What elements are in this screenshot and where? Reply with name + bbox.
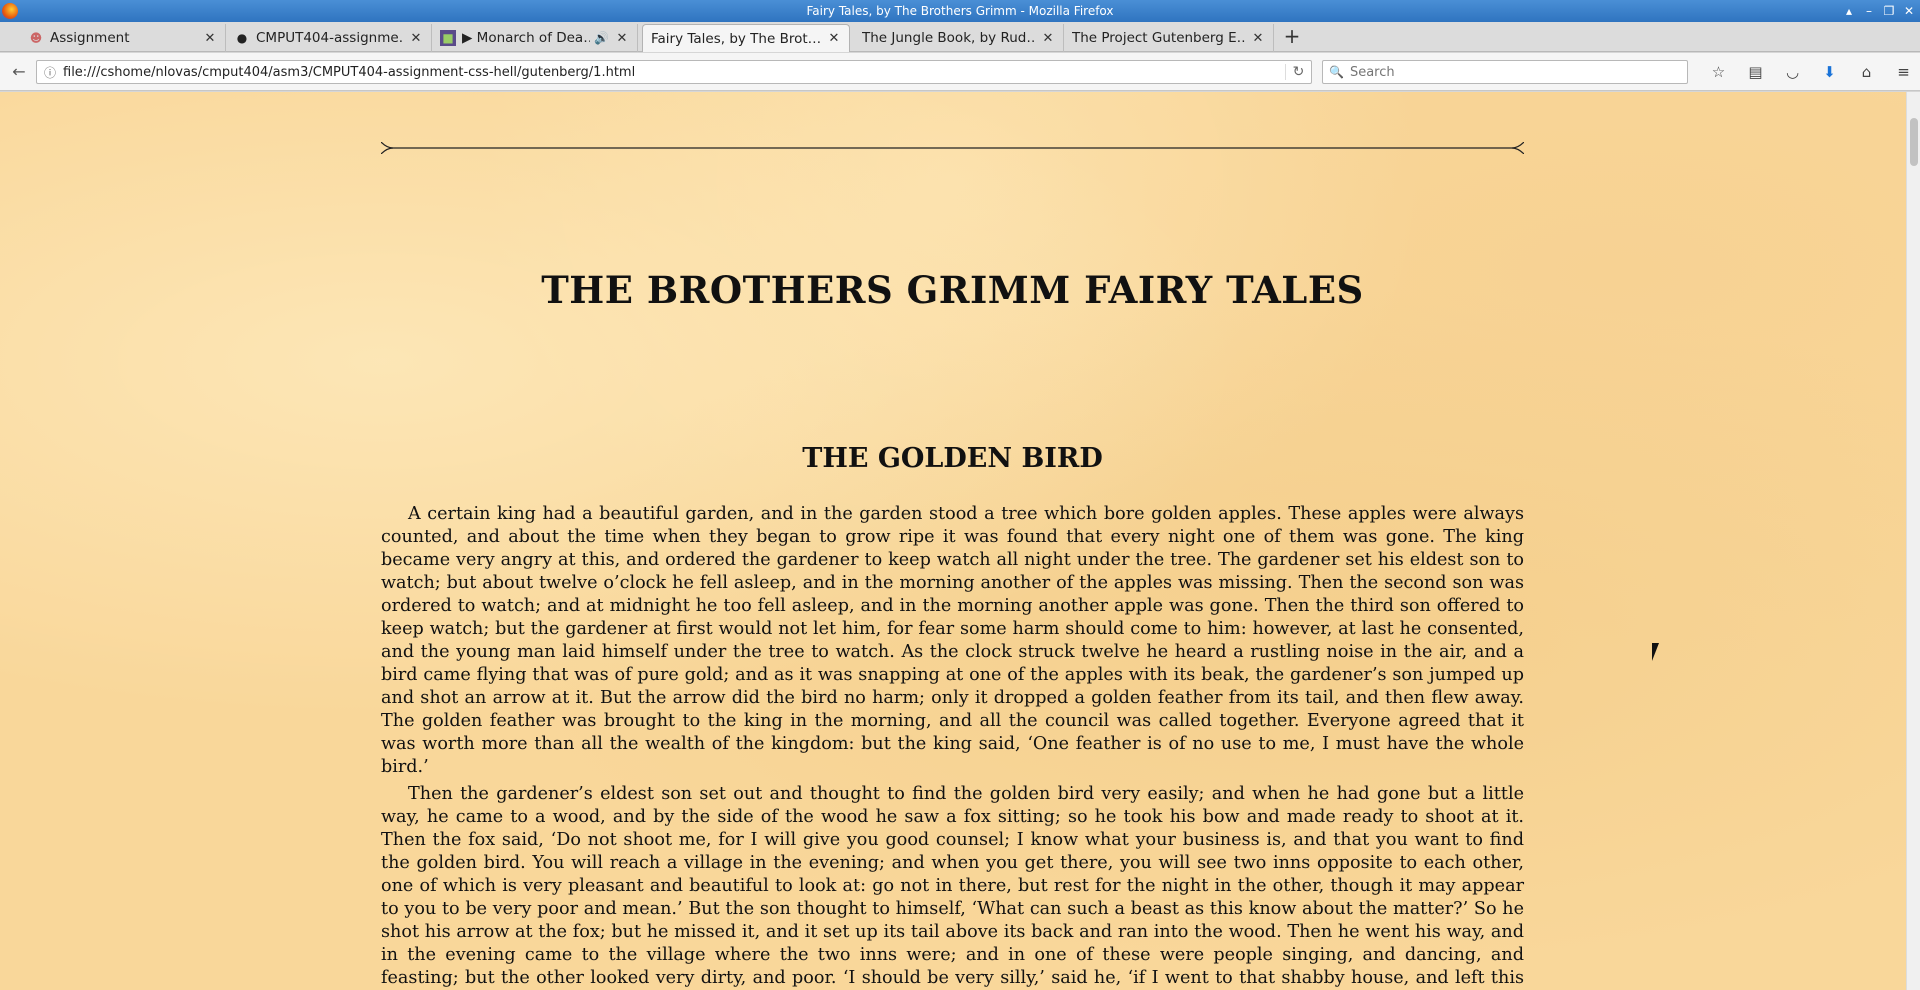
page-content[interactable]: THE BROTHERS GRIMM FAIRY TALES THE GOLDE…	[0, 92, 1906, 990]
tab-label: CMPUT404-assignme…	[256, 30, 403, 46]
tab-label: Assignment	[50, 30, 130, 46]
restore-icon[interactable]: ❐	[1882, 0, 1896, 22]
back-button[interactable]: ←	[6, 60, 32, 84]
maximize-up-icon[interactable]: ▴	[1842, 0, 1856, 22]
search-bar[interactable]: 🔍	[1322, 60, 1688, 84]
story-text: A certain king had a beautiful garden, a…	[381, 503, 1524, 990]
book-title: THE BROTHERS GRIMM FAIRY TALES	[541, 268, 1364, 312]
window-titlebar: Fairy Tales, by The Brothers Grimm - Moz…	[0, 0, 1920, 22]
tab-jungle-book[interactable]: The Jungle Book, by Rud… ✕	[854, 24, 1064, 52]
reload-icon[interactable]: ↻	[1285, 64, 1311, 80]
story-title: THE GOLDEN BIRD	[802, 443, 1103, 474]
close-tab-icon[interactable]: ✕	[1041, 31, 1055, 46]
audio-playing-icon[interactable]: 🔊	[594, 31, 609, 45]
toolbar-icons: ☆ ▤ ◡ ⬇ ⌂ ≡	[1700, 61, 1920, 83]
window-title: Fairy Tales, by The Brothers Grimm - Moz…	[806, 4, 1114, 18]
search-input[interactable]	[1349, 64, 1687, 80]
tab-github[interactable]: ● CMPUT404-assignme… ✕	[226, 24, 432, 52]
paragraph: A certain king had a beautiful garden, a…	[381, 504, 1524, 777]
menu-icon[interactable]: ≡	[1885, 61, 1920, 83]
close-tab-icon[interactable]: ✕	[827, 31, 841, 46]
download-icon[interactable]: ⬇	[1811, 61, 1848, 83]
assignment-favicon-icon: ☻	[29, 31, 43, 45]
tab-label: The Project Gutenberg E…	[1072, 30, 1245, 46]
page-info-icon[interactable]: ⓘ	[37, 64, 63, 81]
scrollbar-thumb[interactable]	[1910, 118, 1918, 166]
close-tab-icon[interactable]: ✕	[1251, 31, 1265, 46]
tab-assignment[interactable]: ☻ Assignment ✕	[20, 24, 226, 52]
vertical-scrollbar[interactable]	[1906, 92, 1920, 990]
tab-strip: ☻ Assignment ✕ ● CMPUT404-assignme… ✕ ■ …	[0, 22, 1920, 52]
window-controls: ▴ – ❐ ✕	[1842, 0, 1916, 22]
close-tab-icon[interactable]: ✕	[409, 31, 423, 46]
url-bar[interactable]: ⓘ file:///cshome/nlovas/cmput404/asm3/CM…	[36, 60, 1312, 84]
tab-label: Fairy Tales, by The Brot…	[651, 30, 821, 47]
firefox-logo-icon	[2, 3, 18, 19]
pocket-icon[interactable]: ◡	[1774, 61, 1811, 83]
github-icon: ●	[236, 31, 248, 45]
paragraph: Then the gardener’s eldest son set out a…	[381, 784, 1524, 988]
video-favicon-icon: ■	[440, 30, 456, 46]
reading-list-icon[interactable]: ▤	[1737, 61, 1774, 83]
tab-fairy-tales[interactable]: Fairy Tales, by The Brot… ✕	[642, 24, 850, 52]
home-icon[interactable]: ⌂	[1848, 61, 1885, 83]
tab-gutenberg[interactable]: The Project Gutenberg E… ✕	[1064, 24, 1274, 52]
decorative-rule	[381, 142, 1524, 154]
minimize-icon[interactable]: –	[1862, 0, 1876, 22]
tab-label: ▶ Monarch of Dea…	[462, 30, 591, 46]
close-window-icon[interactable]: ✕	[1902, 0, 1916, 22]
mouse-cursor-icon	[1652, 643, 1666, 661]
close-tab-icon[interactable]: ✕	[615, 31, 629, 46]
url-text[interactable]: file:///cshome/nlovas/cmput404/asm3/CMPU…	[63, 65, 1285, 80]
navigation-toolbar: ← ⓘ file:///cshome/nlovas/cmput404/asm3/…	[0, 53, 1920, 91]
search-icon: 🔍	[1329, 65, 1344, 79]
bookmark-star-icon[interactable]: ☆	[1700, 61, 1737, 83]
tab-label: The Jungle Book, by Rud…	[862, 30, 1035, 46]
tab-monarch[interactable]: ■ ▶ Monarch of Dea… 🔊 ✕	[432, 24, 638, 52]
new-tab-button[interactable]: +	[1280, 24, 1304, 48]
close-tab-icon[interactable]: ✕	[203, 31, 217, 46]
